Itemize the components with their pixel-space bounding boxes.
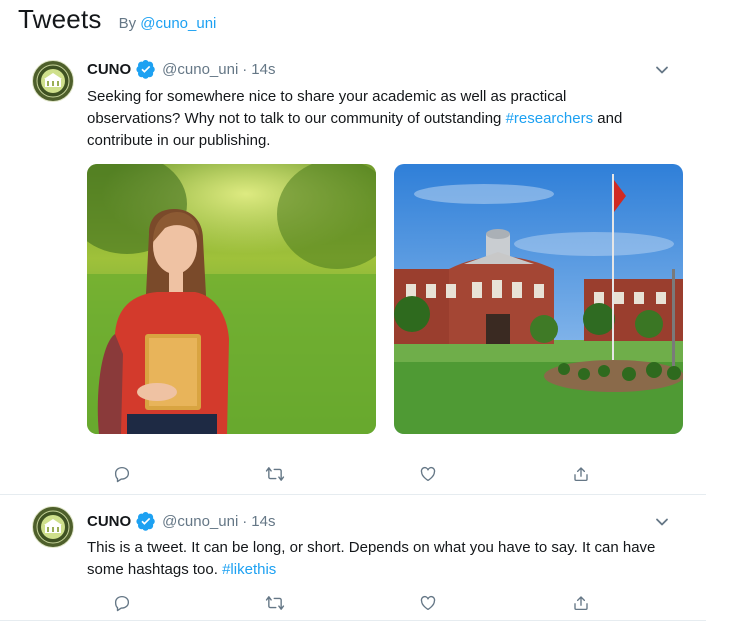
hashtag-link[interactable]: #researchers [506, 110, 594, 127]
university-seal-icon [36, 64, 70, 98]
tweet-text: Seeking for somewhere nice to share your… [87, 86, 657, 152]
avatar[interactable] [32, 506, 74, 548]
page-title: Tweets [18, 4, 102, 34]
timestamp[interactable]: 14s [251, 513, 275, 530]
student-photo[interactable] [87, 164, 376, 434]
chevron-down-icon[interactable] [654, 62, 670, 78]
retweet-icon[interactable] [265, 464, 285, 484]
retweet-icon[interactable] [265, 593, 285, 613]
reply-icon[interactable] [112, 593, 132, 613]
hashtag-link[interactable]: #likethis [222, 561, 276, 578]
tweet-header: CUNO @cuno_uni · 14s [87, 511, 275, 531]
timestamp[interactable]: 14s [251, 61, 275, 78]
author-prefix: By [118, 15, 141, 32]
avatar[interactable] [32, 60, 74, 102]
divider [0, 620, 706, 621]
tweet-actions [112, 464, 592, 484]
author-handle[interactable]: @cuno_uni [162, 513, 238, 530]
author-line: By @cuno_uni [119, 15, 217, 32]
author-handle-link[interactable]: @cuno_uni [140, 15, 216, 32]
tweet-actions [112, 593, 592, 613]
chevron-down-icon[interactable] [654, 514, 670, 530]
tweet[interactable]: CUNO @cuno_uni · 14s Seeking for somewhe… [0, 52, 706, 493]
tweet[interactable]: CUNO @cuno_uni · 14s This is a tweet. It… [0, 494, 706, 623]
author-name[interactable]: CUNO [87, 61, 131, 78]
share-icon[interactable] [571, 593, 591, 613]
page-header: Tweets By @cuno_uni [18, 4, 216, 38]
verified-badge-icon [136, 59, 156, 79]
author-handle[interactable]: @cuno_uni [162, 61, 238, 78]
tweet-header: CUNO @cuno_uni · 14s [87, 59, 275, 79]
tweet-text: This is a tweet. It can be long, or shor… [87, 537, 657, 581]
like-icon[interactable] [418, 593, 438, 613]
tweet-text-body: This is a tweet. It can be long, or shor… [87, 539, 656, 578]
share-icon[interactable] [571, 464, 591, 484]
campus-building-photo[interactable] [394, 164, 683, 434]
university-seal-icon [36, 510, 70, 544]
reply-icon[interactable] [112, 464, 132, 484]
separator-dot: · [242, 512, 248, 530]
tweet-text-body: Seeking for somewhere nice to share your… [87, 88, 567, 127]
tweet-media [87, 164, 683, 434]
author-name[interactable]: CUNO [87, 513, 131, 530]
separator-dot: · [242, 60, 248, 78]
like-icon[interactable] [418, 464, 438, 484]
verified-badge-icon [136, 511, 156, 531]
